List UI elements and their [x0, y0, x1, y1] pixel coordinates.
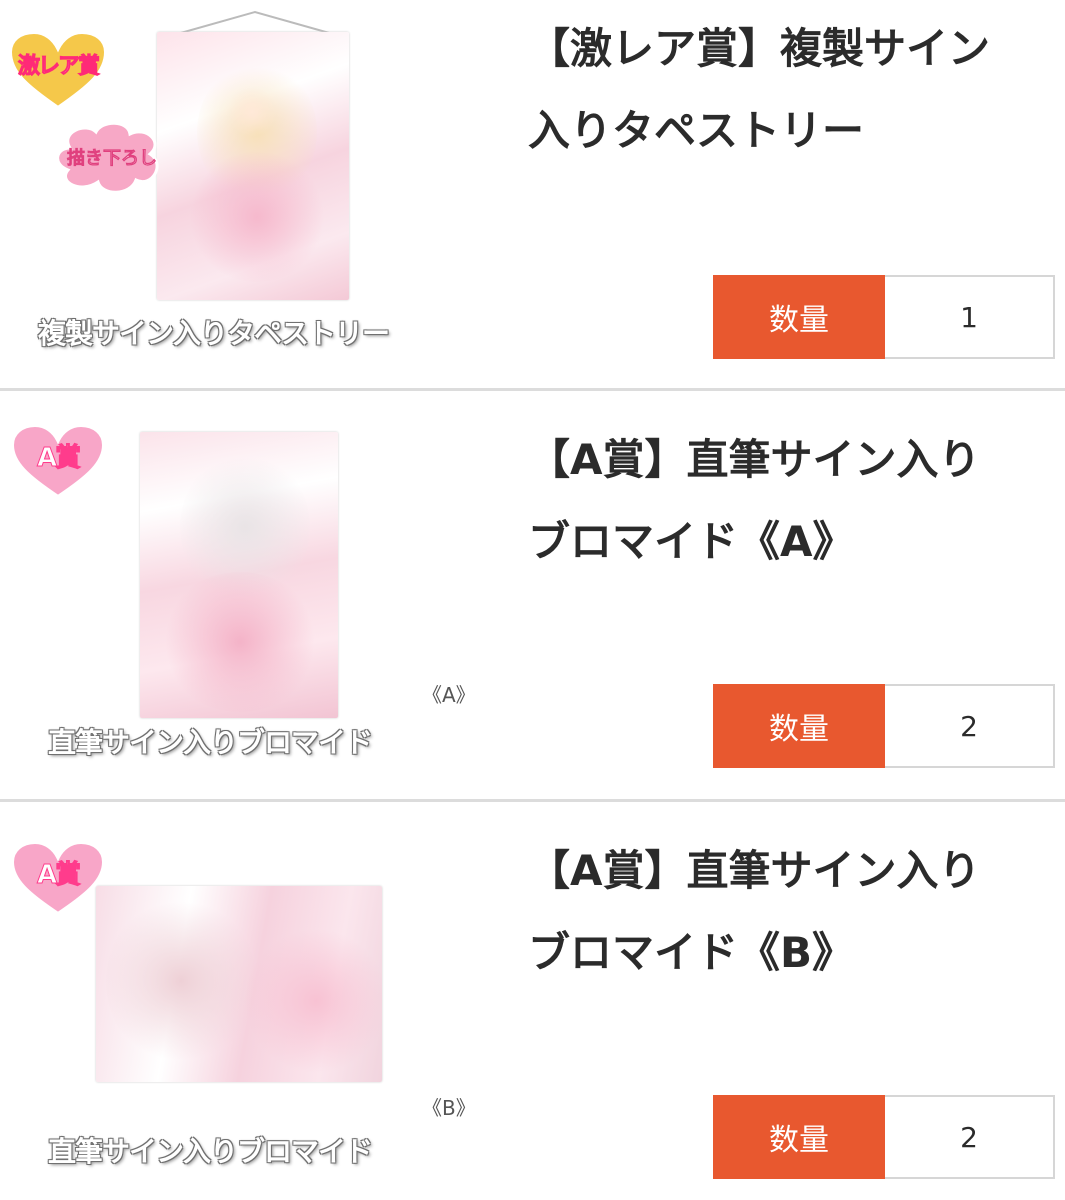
new-illustration-badge: 描き下ろし [50, 118, 170, 198]
product-title: 【A賞】直筆サイン入り ブロマイド《B》 [528, 846, 981, 977]
sub-badge-label: 描き下ろし [67, 148, 158, 170]
quantity-label: 数量 [713, 684, 885, 768]
badge-label: A賞 [36, 859, 81, 890]
a-prize-badge: A賞 [8, 838, 108, 918]
product-title: 【A賞】直筆サイン入り ブロマイド《A》 [528, 435, 981, 566]
product-thumbnail[interactable]: 激レア賞 描き下ろし 複製サイン入りタペストリー [0, 0, 500, 390]
quantity-value[interactable]: 2 [885, 684, 1055, 768]
rare-prize-badge: 激レア賞 [6, 28, 110, 112]
image-caption: 直筆サイン入りブロマイド [48, 1135, 373, 1168]
quantity-control: 数量 1 [713, 275, 1055, 359]
quantity-control: 数量 2 [713, 684, 1055, 768]
product-item: A賞 《A》 直筆サイン入りブロマイド 【A賞】直筆サイン入り ブロマイド《A》… [0, 391, 1065, 801]
product-item: A賞 《B》 直筆サイン入りブロマイド 【A賞】直筆サイン入り ブロマイド《B》… [0, 802, 1065, 1200]
quantity-label: 数量 [713, 1095, 885, 1179]
tapestry-artwork [157, 32, 349, 300]
quantity-value[interactable]: 1 [885, 275, 1055, 359]
quantity-value[interactable]: 2 [885, 1095, 1055, 1179]
bromide-artwork [140, 432, 338, 718]
badge-label: 激レア賞 [17, 54, 100, 80]
variant-label: 《B》 [422, 1096, 476, 1120]
product-item: 激レア賞 描き下ろし 複製サイン入りタペストリー 【激レア賞】複製サイン 入りタ… [0, 0, 1065, 390]
quantity-control: 数量 2 [713, 1095, 1055, 1179]
product-thumbnail[interactable]: A賞 《A》 直筆サイン入りブロマイド [0, 391, 500, 801]
bromide-artwork [96, 886, 382, 1082]
image-caption: 複製サイン入りタペストリー [38, 317, 390, 350]
image-caption: 直筆サイン入りブロマイド [48, 726, 373, 759]
product-thumbnail[interactable]: A賞 《B》 直筆サイン入りブロマイド [0, 802, 500, 1200]
product-title: 【激レア賞】複製サイン 入りタペストリー [528, 24, 991, 155]
quantity-label: 数量 [713, 275, 885, 359]
a-prize-badge: A賞 [8, 421, 108, 501]
variant-label: 《A》 [422, 683, 476, 707]
badge-label: A賞 [36, 442, 81, 473]
